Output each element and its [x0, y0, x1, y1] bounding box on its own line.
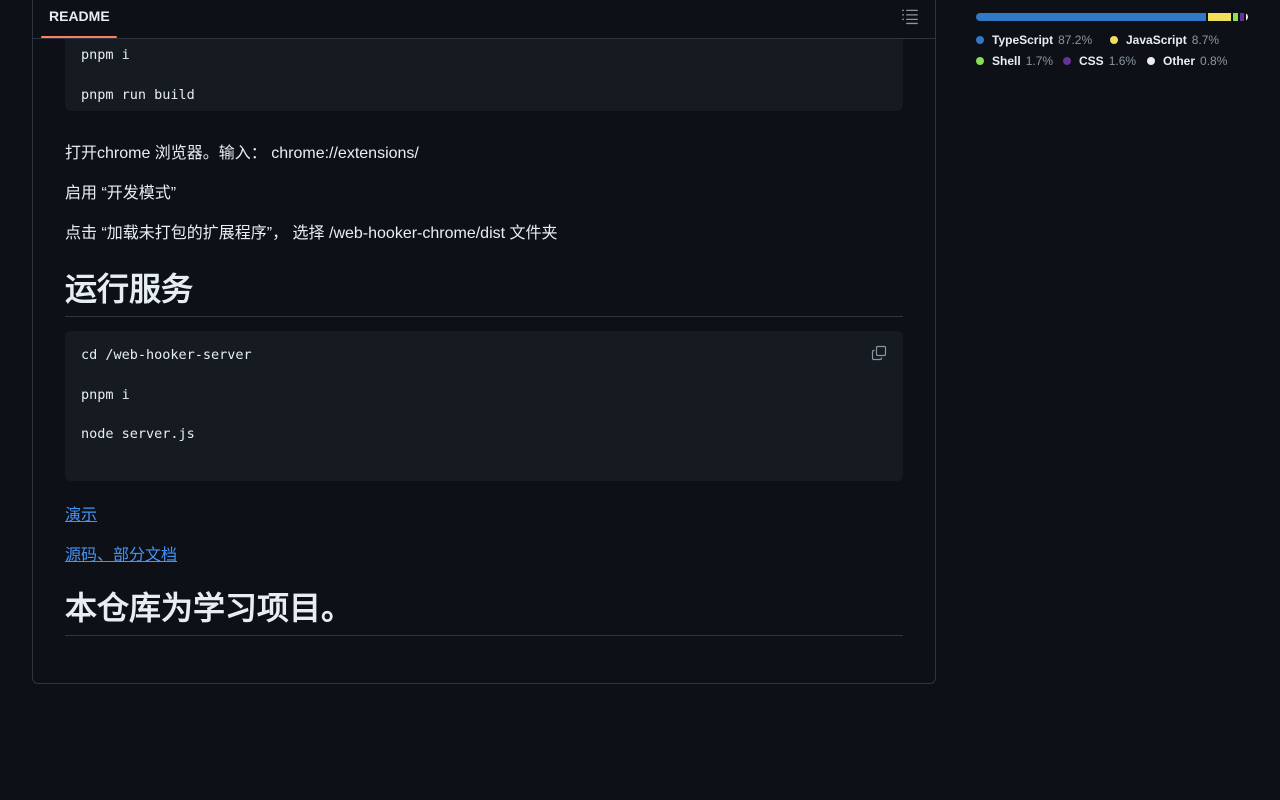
code-line: cd /web-hooker-server	[81, 347, 252, 363]
heading-learning-project: 本仓库为学习项目。	[65, 583, 903, 636]
code-line: pnpm run build	[81, 87, 195, 103]
language-bar-segment-javascript	[1208, 13, 1232, 21]
heading-run-service: 运行服务	[65, 264, 903, 317]
readme-panel: README pnpm i pnpm run build 打开chrome 浏览…	[32, 0, 936, 684]
language-item-shell[interactable]: Shell 1.7%	[976, 54, 1053, 68]
language-item-css[interactable]: CSS 1.6%	[1063, 54, 1136, 68]
language-item-other[interactable]: Other 0.8%	[1147, 54, 1227, 68]
language-percent: 0.8%	[1200, 54, 1228, 68]
language-percent: 1.7%	[1025, 54, 1054, 68]
link-source-docs[interactable]: 源码、部分文档	[65, 541, 177, 565]
code-block-build: pnpm i pnpm run build	[65, 31, 903, 111]
language-item-javascript[interactable]: JavaScript 8.7%	[1110, 33, 1219, 47]
language-color-dot-icon	[976, 36, 984, 44]
language-color-dot-icon	[1147, 57, 1155, 65]
paragraph-dev-mode: 启用 “开发模式”	[65, 185, 177, 202]
language-percent: 8.7%	[1191, 33, 1220, 47]
paragraph-load-extension: 点击 “加载未打包的扩展程序”， 选择 /web-hooker-chrome/d…	[65, 225, 558, 242]
language-name: Shell	[992, 54, 1021, 68]
copy-icon[interactable]	[871, 345, 887, 361]
language-bar-segment-shell	[1233, 13, 1238, 21]
language-name: CSS	[1079, 54, 1104, 68]
list-outline-icon[interactable]	[901, 7, 919, 25]
language-name: TypeScript	[992, 33, 1054, 47]
language-bar-segment-css	[1239, 13, 1244, 21]
language-bar-segment-other	[1245, 13, 1248, 21]
link-demo[interactable]: 演示	[65, 501, 97, 525]
language-percent: 1.6%	[1108, 54, 1137, 68]
languages-bar	[976, 13, 1248, 21]
language-bar-segment-typescript	[976, 13, 1207, 21]
readme-tab-underline	[41, 36, 117, 38]
language-color-dot-icon	[1063, 57, 1071, 65]
code-block-server: cd /web-hooker-server pnpm i node server…	[65, 331, 903, 481]
paragraph-open-chrome: 打开chrome 浏览器。输入： chrome://extensions/	[65, 145, 419, 162]
readme-header: README	[33, 1, 935, 39]
language-color-dot-icon	[976, 57, 984, 65]
language-name: Other	[1163, 54, 1196, 68]
code-line: node server.js	[81, 426, 195, 442]
language-percent: 87.2%	[1058, 33, 1093, 47]
code-line: pnpm i	[81, 387, 130, 403]
language-item-typescript[interactable]: TypeScript 87.2%	[976, 33, 1092, 47]
language-color-dot-icon	[1110, 36, 1118, 44]
readme-tab[interactable]: README	[41, 1, 118, 39]
language-name: JavaScript	[1126, 33, 1187, 47]
code-line: pnpm i	[81, 47, 130, 63]
